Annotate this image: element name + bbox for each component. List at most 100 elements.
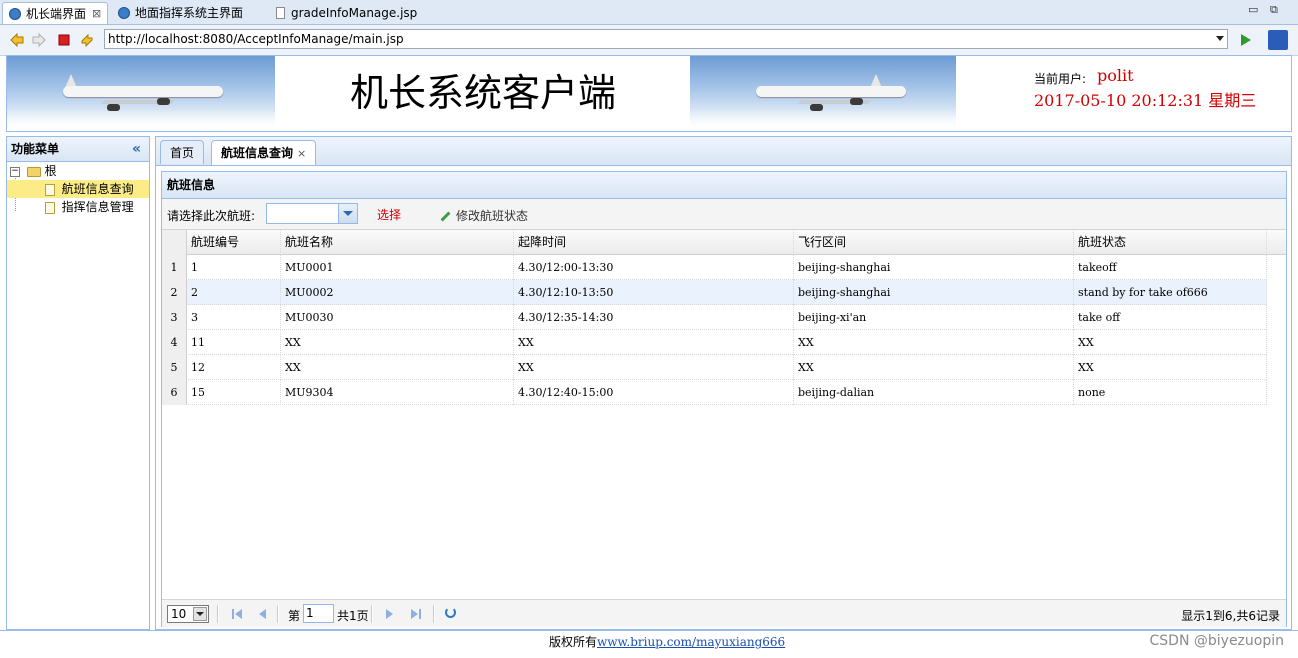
stop-icon[interactable] [57,33,71,47]
table-row[interactable]: 2 2 MU0002 4.30/12:10-13:50 beijing-shan… [162,280,1267,305]
flight-id-cell: 1 [187,255,281,280]
flight-time-cell: 4.30/12:00-13:30 [514,255,794,280]
collapse-icon[interactable]: « [132,137,141,161]
column-header[interactable]: 起降时间 [514,230,794,255]
document-icon [44,201,55,214]
separator [371,605,373,623]
app-title: 机长系统客户端 [349,71,616,115]
refresh-icon[interactable] [80,33,94,47]
browser-tab-captain[interactable]: 机长端界面 ⊠ [2,2,108,24]
row-number: 1 [162,255,187,280]
page-total: 共1页 [337,609,369,623]
main-content: 首页 航班信息查询 × 航班信息 请选择此次航班: 选择 修改航班状态 航班编号 … [155,136,1292,630]
tree-node-root[interactable]: − 根 [10,162,57,180]
table-row[interactable]: 4 11 XX XX XX XX [162,330,1267,355]
table-row[interactable]: 1 1 MU0001 4.30/12:00-13:30 beijing-shan… [162,255,1267,280]
airplane-image-left [7,56,275,131]
flight-route-cell: XX [794,330,1074,355]
page-number-input[interactable]: 1 [303,604,334,623]
row-number: 2 [162,280,187,305]
tree-item-label: 指挥信息管理 [61,200,134,214]
browser-tool-icon[interactable] [1268,30,1288,50]
browser-tab-label: 机长端界面 [26,7,87,21]
table-row[interactable]: 5 12 XX XX XX XX [162,355,1267,380]
table-row[interactable]: 3 3 MU0030 4.30/12:35-14:30 beijing-xi'a… [162,305,1267,330]
back-arrow-icon[interactable] [10,33,24,47]
grid-toolbar: 请选择此次航班: 选择 修改航班状态 [162,199,1286,230]
restore-icon[interactable]: ⧉ [1270,3,1278,17]
flight-info-panel: 航班信息 请选择此次航班: 选择 修改航班状态 航班编号 航班名称 起降时间 飞… [161,171,1287,627]
copyright-label: 版权所有 [549,635,598,649]
next-page-icon[interactable] [386,609,393,619]
tab-label: 航班信息查询 [221,146,294,160]
page-size-select[interactable]: 10 [167,605,209,623]
browser-tab-ground-command[interactable]: 地面指挥系统主界面 [112,2,262,23]
url-dropdown-icon[interactable] [1216,36,1224,41]
document-icon [44,183,55,196]
tab-home[interactable]: 首页 [160,140,205,164]
table-row[interactable]: 6 15 MU9304 4.30/12:40-15:00 beijing-dal… [162,380,1267,405]
globe-icon [9,7,21,20]
browser-tab-label: gradeInfoManage.jsp [291,5,418,20]
flight-name-cell: MU0001 [281,255,514,280]
url-input[interactable]: http://localhost:8080/AcceptInfoManage/m… [104,29,1228,49]
copyright-link[interactable]: www.briup.com/mayuxiang666 [597,635,785,649]
forward-arrow-icon[interactable] [32,33,46,47]
record-count-info: 显示1到6,共6记录 [1181,609,1280,623]
header-banner: 机长系统客户端 当前用户: polit 2017-05-10 20:12:31 … [6,55,1292,132]
flight-status-cell: XX [1074,330,1267,355]
tab-label: 首页 [170,146,195,160]
flight-time-cell: 4.30/12:35-14:30 [514,305,794,330]
flight-route-cell: beijing-shanghai [794,280,1074,305]
browser-tab-grade-info[interactable]: gradeInfoManage.jsp [268,2,438,23]
flight-name-cell: XX [281,355,514,380]
flight-select-combobox[interactable] [266,203,358,224]
flight-time-cell: XX [514,355,794,380]
flight-id-cell: 12 [187,355,281,380]
row-number: 4 [162,330,187,355]
menu-header: 功能菜单 « [7,137,149,162]
row-number: 6 [162,380,187,405]
flight-time-cell: 4.30/12:40-15:00 [514,380,794,405]
airplane-image-right [690,56,956,131]
globe-icon [118,6,130,19]
prev-page-icon[interactable] [259,609,266,619]
flight-name-cell: XX [281,330,514,355]
content-tabs-bar: 首页 航班信息查询 × [156,137,1291,166]
function-menu-panel: 功能菜单 « − 根 航班信息查询 指挥信息管理 [6,136,150,630]
page-size-value: 10 [171,607,187,621]
watermark: CSDN @biyezuopin [1149,633,1284,649]
flight-status-cell: stand by for take of666 [1074,280,1267,305]
close-tab-icon[interactable]: ⊠ [92,7,101,20]
flight-id-cell: 3 [187,305,281,330]
minimize-icon[interactable]: ▭ [1248,3,1258,16]
column-header[interactable]: 航班状态 [1074,230,1267,255]
current-user-name: polit [1097,66,1134,85]
tree-item-flight-query[interactable]: 航班信息查询 [7,180,149,198]
datetime-display: 2017-05-10 20:12:31 星期三 [1034,91,1257,110]
flight-name-cell: MU0002 [281,280,514,305]
flight-status-cell: takeoff [1074,255,1267,280]
flight-route-cell: XX [794,355,1074,380]
chevron-down-icon [193,607,207,621]
close-tab-icon[interactable]: × [297,147,306,160]
column-header[interactable]: 航班名称 [281,230,514,255]
collapse-node-icon[interactable]: − [10,166,20,177]
browser-toolbar: http://localhost:8080/AcceptInfoManage/m… [0,25,1298,56]
flight-status-cell: take off [1074,305,1267,330]
column-header[interactable]: 飞行区间 [794,230,1074,255]
refresh-icon[interactable] [445,607,456,618]
chevron-down-icon[interactable] [338,204,357,223]
tree-item-command-manage[interactable]: 指挥信息管理 [7,198,134,216]
copyright: 版权所有www.briup.com/mayuxiang666 [549,633,785,650]
edit-flight-status-button[interactable]: 修改航班状态 [440,207,528,224]
separator [277,605,279,623]
column-header[interactable]: 航班编号 [187,230,281,255]
tab-flight-query[interactable]: 航班信息查询 × [211,140,317,165]
choose-button[interactable]: 选择 [377,206,401,223]
go-icon[interactable] [1241,34,1251,46]
flight-time-cell: XX [514,330,794,355]
browser-tab-label: 地面指挥系统主界面 [135,6,244,20]
row-number-header [162,230,187,255]
row-number: 3 [162,305,187,330]
